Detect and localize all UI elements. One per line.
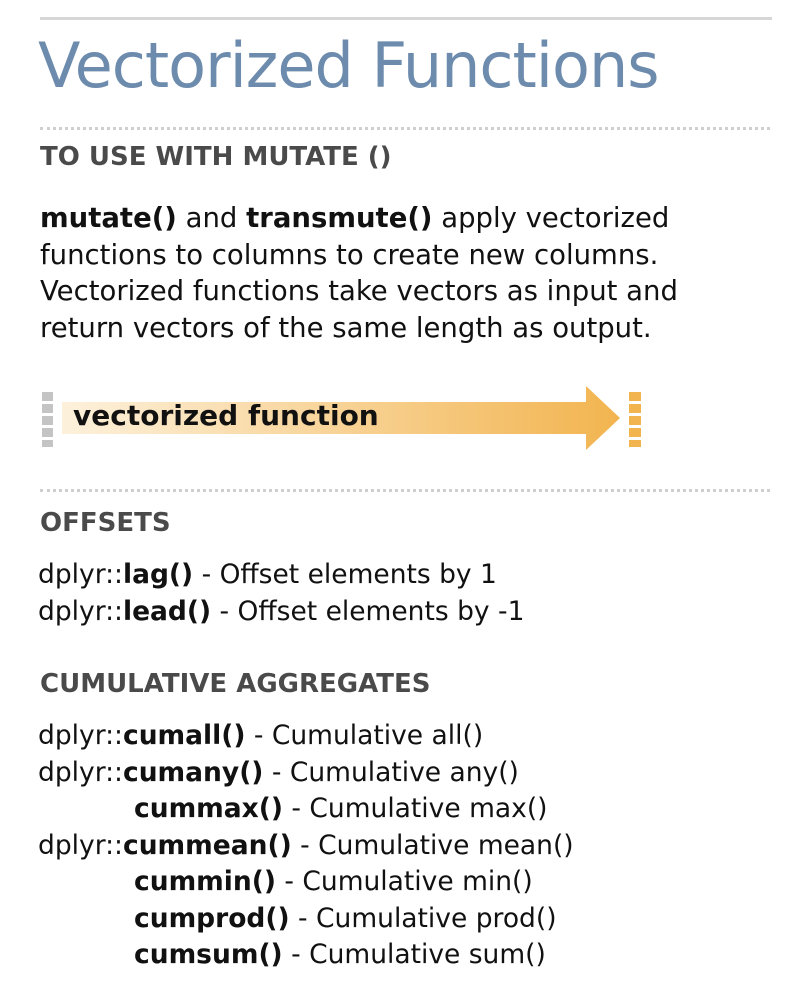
transmute-function: transmute() [246,202,433,234]
function-name: cumsum() [134,939,283,970]
function-entry-cummean: dplyr::cummean() - Cumulative mean() [38,828,574,865]
diagram-label: vectorized function [73,399,379,432]
function-name: cumprod() [134,902,290,934]
section-heading-offsets: OFFSETS [40,508,171,538]
package-prefix: dplyr:: [38,559,123,590]
function-name: cumany() [122,756,264,788]
page-title: Vectorized Functions [38,29,660,102]
function-entry-lead: dplyr::lead() - Offset elements by -1 [38,594,524,631]
function-entry-cummax: cummax() - Cumulative max() [38,791,574,828]
function-description: - Offset elements by -1 [211,595,525,627]
function-entry-cumany: dplyr::cumany() - Cumulative any() [38,755,574,792]
offsets-list: dplyr::lag() - Offset elements by 1 dply… [38,557,524,630]
package-prefix: dplyr:: [38,756,123,788]
function-description: - Cumulative all() [245,720,484,751]
function-description: - Cumulative mean() [291,829,574,861]
function-description: - Cumulative max() [283,793,548,824]
function-name: cummin() [134,866,276,897]
function-description: - Cumulative prod() [289,902,557,934]
cumulative-list: dplyr::cumall() - Cumulative all() dplyr… [38,718,574,974]
vectorized-function-diagram: vectorized function [40,384,650,452]
function-name: cummax() [134,793,283,824]
function-name: cumall() [122,720,246,751]
output-column-icon [629,392,641,447]
section-heading-cumulative: CUMULATIVE AGGREGATES [40,669,431,699]
function-entry-cumall: dplyr::cumall() - Cumulative all() [38,718,574,755]
function-description: - Cumulative min() [275,866,533,897]
intro-paragraph: mutate() and transmute() apply vectorize… [40,200,760,346]
function-name: lag() [122,559,194,590]
function-entry-cumsum: cumsum() - Cumulative sum() [38,937,574,974]
function-entry-cumprod: cumprod() - Cumulative prod() [38,901,574,938]
input-column-icon [42,392,53,447]
function-name: lead() [122,595,212,627]
function-entry-lag: dplyr::lag() - Offset elements by 1 [38,557,524,594]
intro-text: and [176,202,247,234]
top-rule [40,17,772,20]
package-prefix: dplyr:: [38,720,123,751]
section-divider [40,127,770,130]
function-description: - Offset elements by 1 [193,559,497,590]
function-entry-cummin: cummin() - Cumulative min() [38,864,574,901]
function-description: - Cumulative sum() [282,939,546,970]
function-name: cummean() [122,829,292,861]
section-heading-mutate: TO USE WITH MUTATE () [40,142,392,172]
mutate-function: mutate() [40,202,177,234]
package-prefix: dplyr:: [38,829,123,861]
function-description: - Cumulative any() [263,756,519,788]
section-divider [40,489,770,492]
package-prefix: dplyr:: [38,595,123,627]
